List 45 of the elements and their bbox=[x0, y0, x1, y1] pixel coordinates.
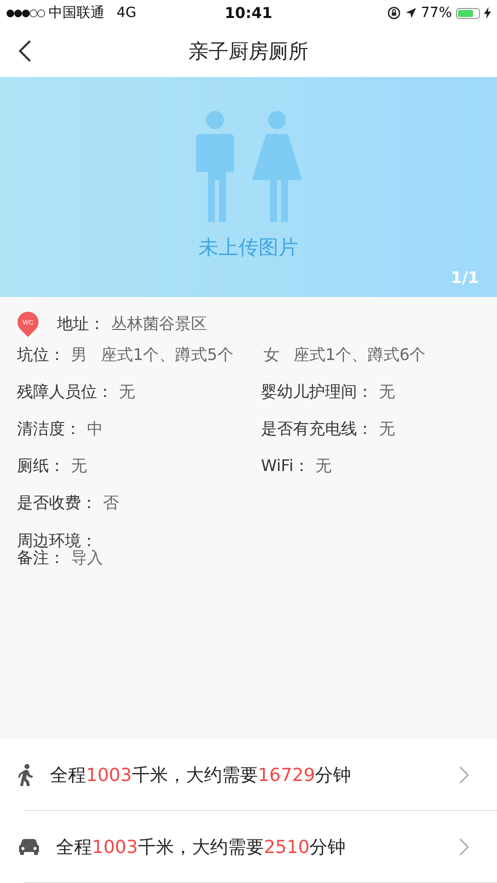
chevron-right-icon bbox=[459, 766, 469, 784]
rotation-lock-icon bbox=[386, 6, 401, 20]
chevron-right-icon bbox=[459, 838, 469, 856]
gender-text: 女 bbox=[263, 345, 280, 366]
stall-count: 座式1个、蹲式6个 bbox=[293, 345, 426, 366]
route-summary: 全程1003千米，大约需要2510分钟 bbox=[56, 836, 347, 859]
route-summary: 全程1003千米，大约需要16729分钟 bbox=[50, 764, 352, 787]
field-label: 残障人员位： bbox=[17, 382, 113, 401]
car-icon bbox=[18, 838, 40, 856]
field-value: 无 bbox=[379, 419, 395, 438]
field-label: 是否有充电线： bbox=[261, 419, 373, 438]
field-value: 无 bbox=[379, 382, 395, 401]
field-value: 无 bbox=[119, 382, 135, 401]
no-image-text: 未上传图片 bbox=[198, 234, 298, 261]
gender-text: 男 bbox=[71, 345, 87, 366]
route-row[interactable]: 全程1003千米，大约需要16729分钟 bbox=[0, 739, 497, 811]
walking-person-icon bbox=[18, 764, 34, 786]
location-arrow-icon bbox=[404, 7, 417, 19]
carrier-name: 中国联通 bbox=[48, 4, 105, 22]
field-value: 无 bbox=[71, 456, 87, 475]
network-type: 4G bbox=[116, 5, 136, 21]
restroom-icon bbox=[194, 110, 304, 222]
back-icon[interactable] bbox=[18, 39, 32, 63]
battery-icon bbox=[456, 8, 480, 18]
route-row[interactable]: 全程1003千米，大约需要2510分钟 bbox=[0, 811, 497, 883]
signal-dots: ●●●○○ bbox=[6, 8, 45, 18]
field-value: 否 bbox=[103, 493, 119, 512]
field-label: 清洁度： bbox=[17, 419, 81, 438]
image-counter: 1/1 bbox=[450, 268, 479, 287]
field-label: 婴幼儿护理间： bbox=[261, 382, 373, 401]
field-label: 是否收费： bbox=[17, 493, 97, 512]
field-value: 中 bbox=[87, 419, 103, 438]
field-label: WiFi： bbox=[261, 456, 310, 475]
page-title: 亲子厨房厕所 bbox=[188, 38, 308, 65]
address-value: 丛林菌谷景区 bbox=[111, 314, 207, 334]
remark-label: 备注： bbox=[17, 548, 65, 567]
field-value: 无 bbox=[315, 456, 332, 475]
address-label: 地址： bbox=[57, 314, 105, 334]
field-label: 厕纸： bbox=[17, 456, 65, 475]
stall-count: 座式1个、蹲式5个 bbox=[101, 345, 234, 366]
surroundings-label: 周边环境： bbox=[17, 532, 97, 549]
battery-percent: 77% bbox=[420, 5, 452, 21]
remark-value: 导入 bbox=[71, 548, 103, 567]
stalls-label: 坑位： bbox=[17, 345, 65, 366]
clock-time: 10:41 bbox=[224, 4, 272, 22]
